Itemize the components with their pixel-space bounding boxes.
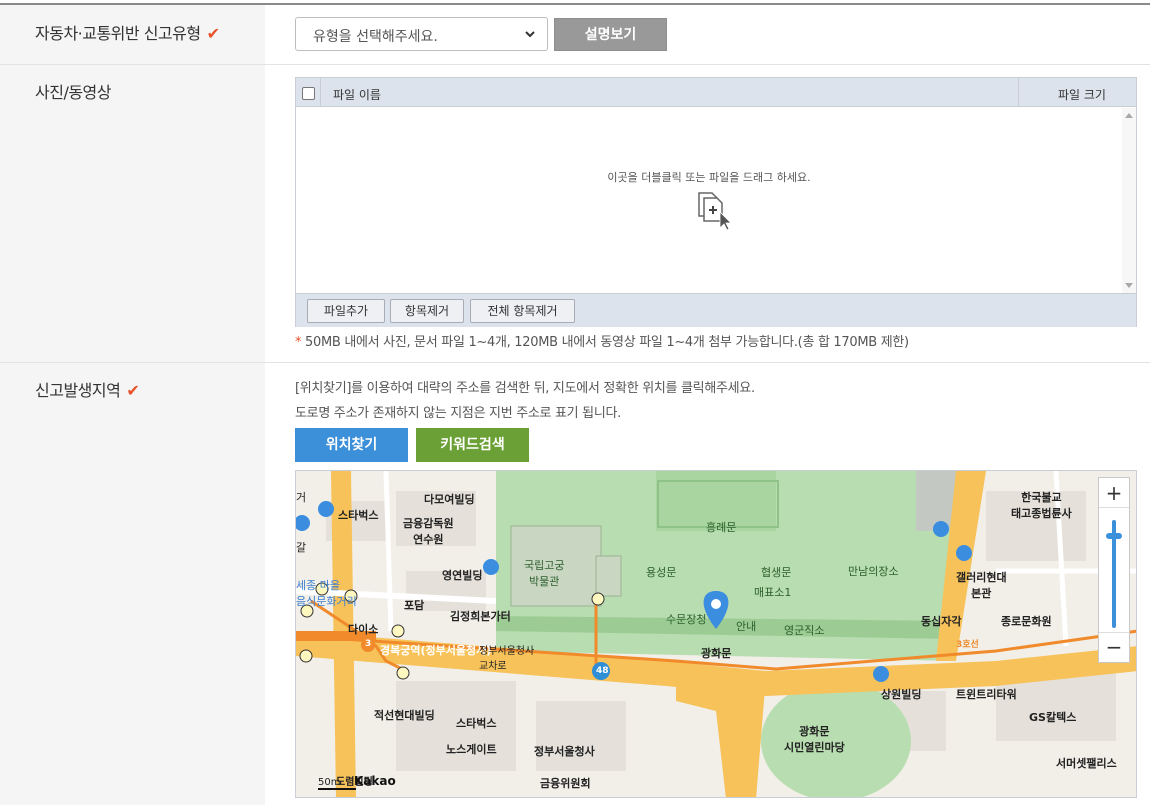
map-label: 매표소1 <box>754 586 792 599</box>
map-label: 상원빌딩 <box>881 688 922 701</box>
required-check-icon: ✔ <box>126 381 140 400</box>
map-label: 수문장청 <box>666 613 707 626</box>
location-label-text: 신고발생지역 <box>35 381 121 400</box>
remove-all-button[interactable]: 전체 항목제거 <box>470 299 575 323</box>
map-label: 서머셋팰리스 <box>1056 757 1117 770</box>
map-label: 동십자각 <box>921 615 962 628</box>
map-label: 다이소 <box>348 623 379 636</box>
map-label: 트윈트리타워 <box>956 688 1017 701</box>
map-label: 3 <box>365 639 372 649</box>
zoom-out-button[interactable]: − <box>1099 632 1129 662</box>
map-label: 안내 <box>736 620 757 633</box>
map-label: 적선현대빌딩 <box>374 709 435 722</box>
header-divider <box>320 78 321 107</box>
map-label: 김정희본가터 <box>450 610 511 623</box>
map-label: 금융위원회 <box>540 777 591 790</box>
column-file-name: 파일 이름 <box>333 88 381 102</box>
exit-marker <box>391 624 405 638</box>
note-text: 50MB 내에서 사진, 문서 파일 1~4개, 120MB 내에서 동영상 파… <box>301 335 909 350</box>
report-type-label: 자동차·교통위반 신고유형 ✔ <box>35 20 220 44</box>
exit-marker <box>396 666 410 680</box>
attachment-note: * 50MB 내에서 사진, 문서 파일 1~4개, 120MB 내에서 동영상… <box>295 331 909 350</box>
map-label: 48 <box>596 666 609 676</box>
museum-wing <box>595 555 622 597</box>
map-label: 영연빌딩 <box>442 569 483 582</box>
map-label: 갈 <box>296 541 307 554</box>
map-label: 흥례문 <box>706 521 737 534</box>
header-divider <box>1018 78 1019 107</box>
report-type-select-value: 유형을 선택해주세요. <box>313 29 438 45</box>
add-file-icon <box>698 192 732 230</box>
report-type-select[interactable]: 유형을 선택해주세요. <box>295 17 548 51</box>
map-label: 국립고궁 박물관 <box>524 559 565 588</box>
zoom-slider-handle[interactable] <box>1106 533 1122 539</box>
map-scale: 50m <box>318 777 341 788</box>
location-map[interactable]: 다모여빌딩 스타벅스 금융감독원 연수원 국립고궁 박물관 흥례문 용성문 협생… <box>295 470 1137 798</box>
map-label: 광화문 시민열린마당 <box>784 725 845 754</box>
map-label: 한국불교 태고종법륜사 <box>1011 491 1072 520</box>
view-description-button[interactable]: 설명보기 <box>554 18 667 51</box>
drop-hint: 이곳을 더블클릭 또는 파일을 드래그 하세요. <box>607 171 811 184</box>
map-label: 정부서울청사 <box>534 745 595 758</box>
location-pin-center <box>711 599 721 609</box>
map-label: 만남의장소 <box>848 565 899 578</box>
palace-east-block <box>916 471 956 531</box>
file-list-scrollbar[interactable] <box>1122 108 1136 293</box>
location-row: 신고발생지역 ✔ [위치찾기]를 이용하여 대략의 주소를 검색한 뒤, 지도에서… <box>0 363 1150 805</box>
map-label: 포담 <box>404 599 425 612</box>
file-list-header: 파일 이름 파일 크기 <box>296 78 1136 107</box>
map-label: GS칼텍스 <box>1029 711 1077 724</box>
report-type-label-text: 자동차·교통위반 신고유형 <box>35 24 201 43</box>
exit-marker <box>299 649 313 663</box>
keyword-search-button[interactable]: 키워드검색 <box>416 428 529 462</box>
column-file-size: 파일 크기 <box>1058 88 1106 102</box>
find-location-button[interactable]: 위치찾기 <box>295 428 408 462</box>
add-file-button[interactable]: 파일추가 <box>307 299 385 323</box>
map-label: 노스게이트 <box>446 743 497 756</box>
map-zoom-control[interactable]: + − <box>1098 477 1130 663</box>
map-label: 정부서울청사 교차로 <box>479 646 535 672</box>
map-label: 스타벅스 <box>338 509 379 522</box>
bus-stop <box>873 666 889 682</box>
map-label: 용성문 <box>646 566 677 579</box>
kakao-logo: Kakao <box>354 774 396 788</box>
file-uploader[interactable]: 파일 이름 파일 크기 이곳을 더블클릭 또는 파일을 드래그 하세요. 파일추… <box>295 77 1137 327</box>
map-label: 영군직소 <box>784 624 825 637</box>
bus-stop <box>956 545 972 561</box>
attachments-label: 사진/동영상 <box>35 83 112 102</box>
map-label: 광화문 <box>701 647 732 660</box>
report-type-row: 자동차·교통위반 신고유형 ✔ 유형을 선택해주세요. 설명보기 <box>0 5 1150 65</box>
map-label: 금융감독원 연수원 <box>403 517 454 546</box>
scroll-down-arrow-icon[interactable] <box>1125 283 1133 288</box>
map-label: 스타벅스 <box>456 717 497 730</box>
bus-stop <box>318 501 334 517</box>
map-label: 세종 마을 음식문화거리 <box>296 579 357 608</box>
attachments-label-cell: 사진/동영상 <box>0 65 265 362</box>
scroll-up-arrow-icon[interactable] <box>1125 113 1133 118</box>
select-all-checkbox[interactable] <box>302 87 315 100</box>
chevron-down-icon <box>525 31 535 38</box>
map-label: 갤러리현대 본관 <box>956 571 1007 600</box>
map-label: 협생문 <box>761 566 792 579</box>
attachments-row: 사진/동영상 파일 이름 파일 크기 이곳을 더블클릭 또는 파일을 드래그 하… <box>0 65 1150 363</box>
location-guide-2: 도로명 주소가 존재하지 않는 지점은 지번 주소로 표기 됩니다. <box>295 406 621 421</box>
zoom-in-button[interactable]: + <box>1099 478 1129 508</box>
report-type-label-cell: 자동차·교통위반 신고유형 ✔ <box>0 5 265 64</box>
location-label: 신고발생지역 ✔ <box>35 377 140 401</box>
file-drop-zone[interactable]: 이곳을 더블클릭 또는 파일을 드래그 하세요. <box>296 108 1136 293</box>
location-label-cell: 신고발생지역 ✔ <box>0 363 265 805</box>
map-label: 3호선 <box>956 640 979 650</box>
bus-stop <box>483 559 499 575</box>
required-check-icon: ✔ <box>206 24 220 43</box>
location-guide-1: [위치찾기]를 이용하여 대략의 주소를 검색한 뒤, 지도에서 정확한 위치를… <box>295 381 755 396</box>
bus-stop <box>933 521 949 537</box>
map-label: 경복궁역(정부서울청사) <box>380 644 492 657</box>
exit-marker <box>591 592 605 606</box>
file-actions-bar: 파일추가 항목제거 전체 항목제거 <box>296 293 1136 327</box>
city-block <box>536 701 626 771</box>
map-label: 거 <box>296 491 307 504</box>
map-label: 종로문화원 <box>1001 615 1052 628</box>
map-label: 다모여빌딩 <box>424 493 475 506</box>
remove-item-button[interactable]: 항목제거 <box>390 299 464 323</box>
